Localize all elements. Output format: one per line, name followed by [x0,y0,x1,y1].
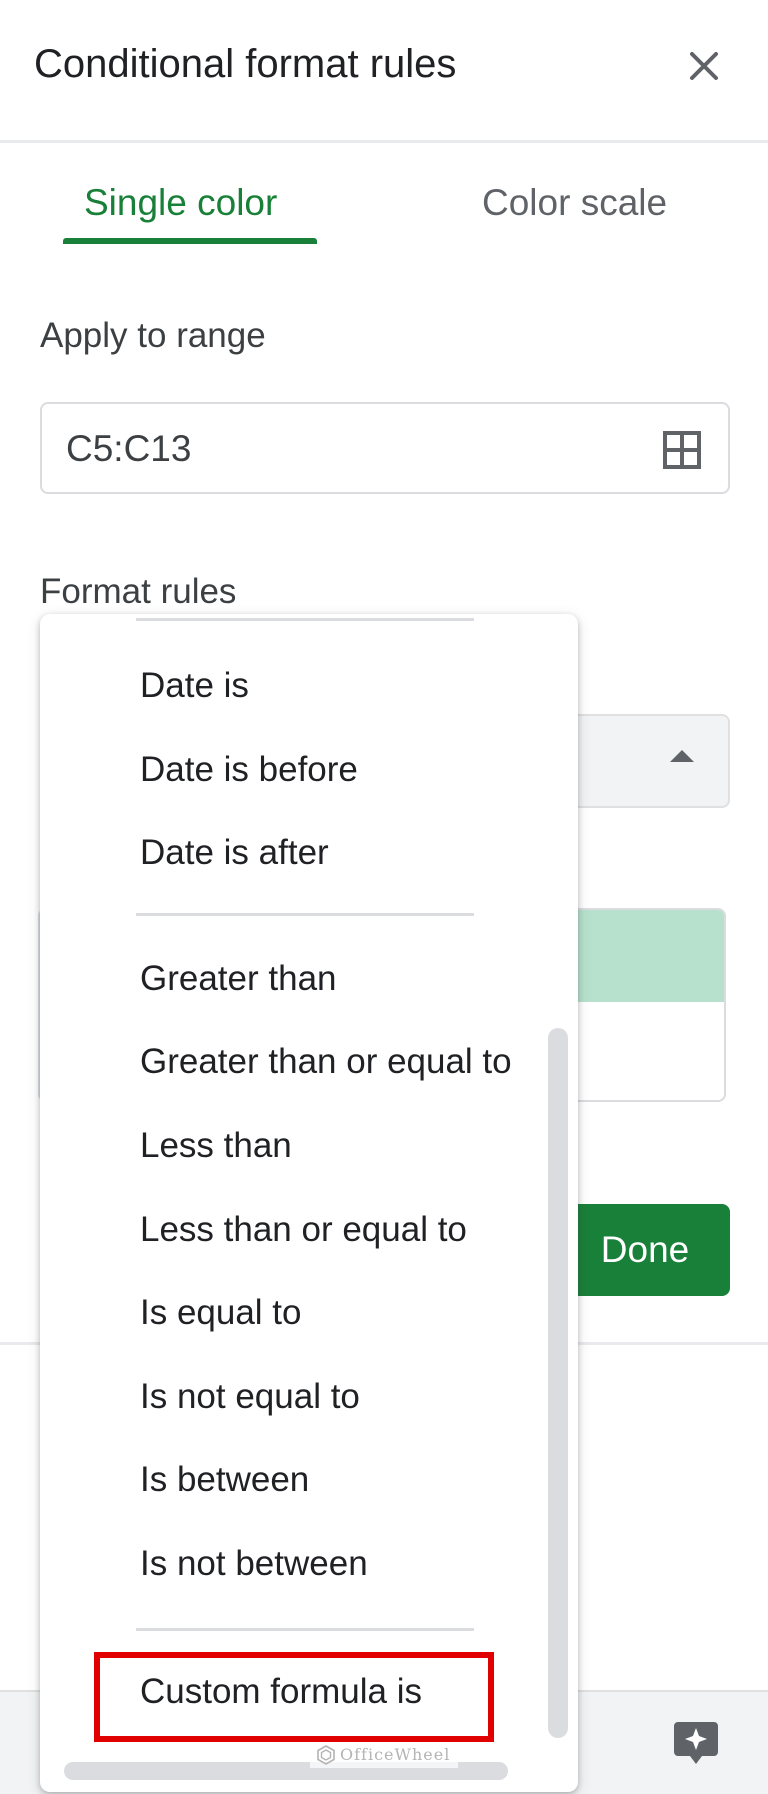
active-tab-indicator [63,238,317,244]
watermark-logo-icon [317,1745,335,1765]
dropdown-arrow-icon [670,750,694,762]
menu-separator [136,1628,474,1631]
menu-item-is-equal-to[interactable]: Is equal to [140,1289,302,1337]
range-value: C5:C13 [66,428,192,469]
menu-item-date-is[interactable]: Date is [140,662,249,710]
menu-item-date-is-after[interactable]: Date is after [140,829,329,877]
menu-separator [136,618,474,621]
close-button[interactable] [674,36,734,96]
menu-item-is-not-equal-to[interactable]: Is not equal to [140,1373,360,1421]
range-input[interactable]: C5:C13 [40,402,730,494]
tab-color-scale[interactable]: Color scale [482,178,667,228]
grid-icon[interactable] [662,430,702,470]
menu-scrollbar[interactable] [548,1028,568,1738]
menu-item-date-is-before[interactable]: Date is before [140,746,358,794]
watermark: OfficeWheel [310,1742,458,1768]
menu-item-is-between[interactable]: Is between [140,1456,309,1504]
done-button[interactable]: Done [560,1204,730,1296]
condition-menu[interactable]: Date is Date is before Date is after Gre… [40,614,578,1792]
menu-item-less-than-or-equal[interactable]: Less than or equal to [140,1206,467,1254]
apply-to-range-label: Apply to range [40,316,266,355]
menu-separator [136,913,474,916]
menu-item-is-not-between[interactable]: Is not between [140,1540,368,1588]
tab-single-color[interactable]: Single color [84,178,277,228]
format-rules-label: Format rules [40,572,237,611]
menu-item-greater-than-or-equal[interactable]: Greater than or equal to [140,1038,512,1086]
menu-item-custom-formula-is[interactable]: Custom formula is [140,1668,422,1716]
close-icon [690,52,718,80]
panel-title: Conditional format rules [34,42,457,86]
menu-item-less-than[interactable]: Less than [140,1122,292,1170]
menu-item-greater-than[interactable]: Greater than [140,955,337,1003]
explore-icon[interactable] [672,1718,720,1766]
watermark-text: OfficeWheel [340,1745,451,1764]
